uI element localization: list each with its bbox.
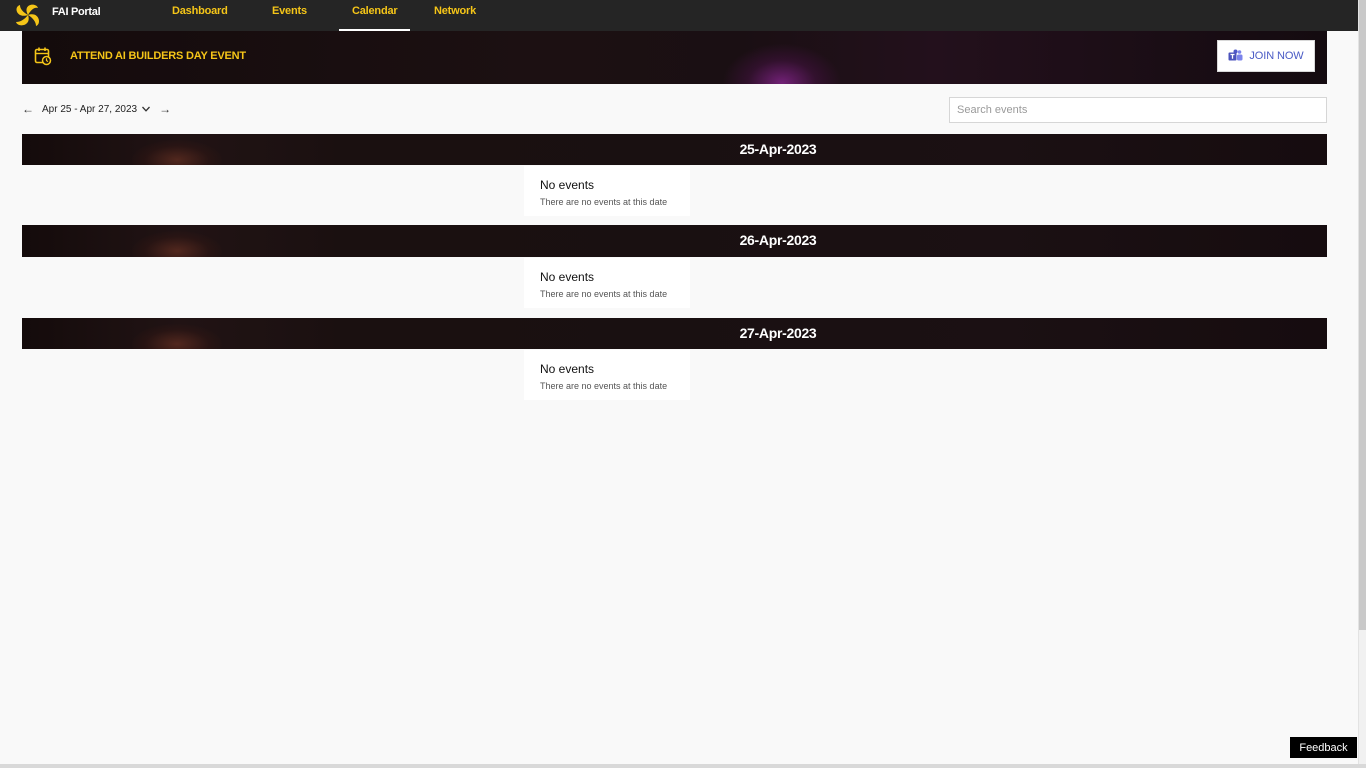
calendar-clock-icon [34,47,52,66]
empty-state-title: No events [540,178,595,192]
date-range-label[interactable]: Apr 25 - Apr 27, 2023 [42,104,137,115]
window-bottom-edge [0,764,1366,768]
arrow-right-icon[interactable]: → [159,101,171,117]
arrow-left-icon[interactable]: ← [22,101,34,117]
day-header: 25-Apr-2023 [22,134,1327,165]
brand[interactable]: FAI Portal [12,1,101,29]
empty-state-title: No events [540,362,595,376]
nav-dashboard[interactable]: Dashboard [172,5,228,17]
banner-background-glow [722,43,842,84]
nav-network[interactable]: Network [434,5,476,17]
search-input[interactable] [949,97,1327,123]
empty-state-card: No events There are no events at this da… [524,350,690,400]
empty-state-title: No events [540,270,595,284]
day-date: 27-Apr-2023 [739,325,817,341]
day-header: 27-Apr-2023 [22,318,1327,349]
event-banner: ATTEND AI BUILDERS DAY EVENT JOIN NOW [22,31,1327,84]
date-range-nav: ← Apr 25 - Apr 27, 2023 → [22,101,171,117]
vertical-scrollbar[interactable] [1358,0,1366,768]
empty-state-subtitle: There are no events at this date [540,381,668,391]
nav-events[interactable]: Events [272,5,307,17]
day-header: 26-Apr-2023 [22,225,1327,257]
chevron-down-icon[interactable] [141,104,151,114]
top-navbar: FAI Portal Dashboard Events Calendar Net… [0,0,1358,31]
join-now-label: JOIN NOW [1249,50,1304,62]
app-name: FAI Portal [52,6,101,18]
teams-icon [1228,49,1243,61]
banner-title: ATTEND AI BUILDERS DAY EVENT [70,50,246,62]
empty-state-card: No events There are no events at this da… [524,258,690,308]
empty-state-subtitle: There are no events at this date [540,289,668,299]
feedback-button[interactable]: Feedback [1290,737,1357,758]
empty-state-card: No events There are no events at this da… [524,166,690,216]
nav-calendar[interactable]: Calendar [352,5,398,17]
day-date: 26-Apr-2023 [739,232,817,248]
scrollbar-thumb[interactable] [1359,0,1366,630]
join-now-button[interactable]: JOIN NOW [1217,40,1315,72]
fai-logo-icon [16,4,40,26]
day-date: 25-Apr-2023 [739,141,817,157]
empty-state-subtitle: There are no events at this date [540,197,668,207]
